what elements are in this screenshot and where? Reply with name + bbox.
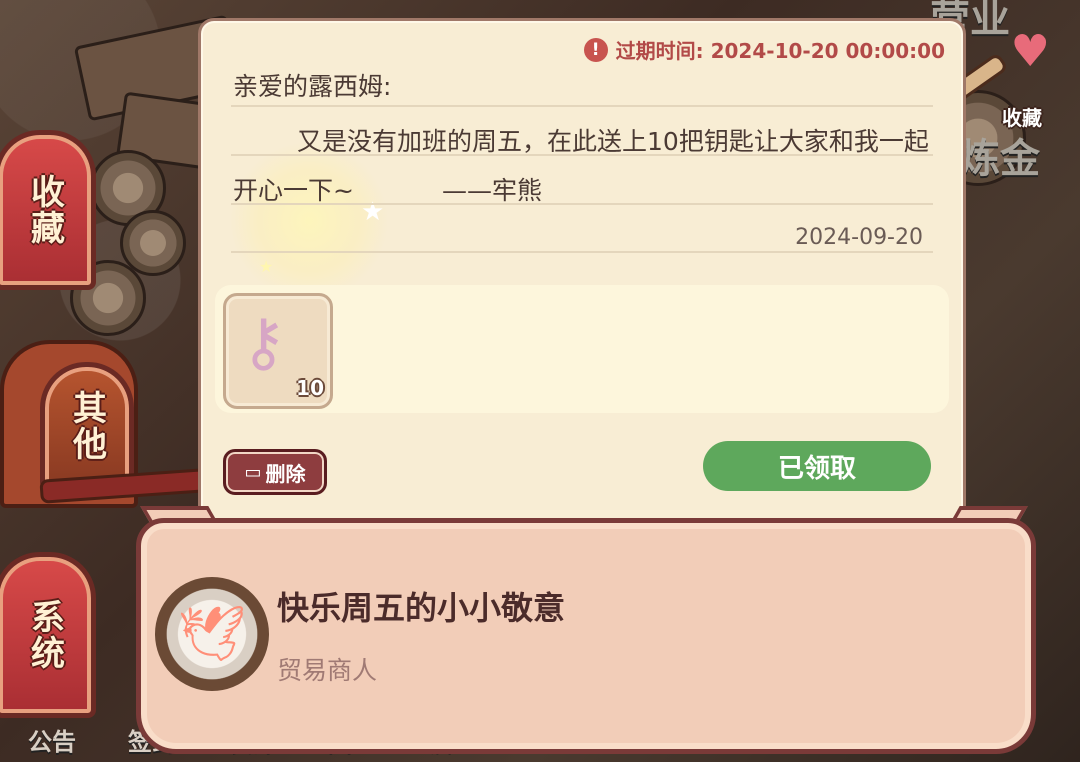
tab-system[interactable]: 系统 <box>0 552 96 718</box>
bird-icon: 🕊 <box>177 602 247 665</box>
reward-item[interactable]: ⚷ 10 <box>223 293 333 409</box>
letter-body: 又是没有加班的周五，在此送上10把钥匙让大家和我一起开心一下~ ——牢熊 <box>233 117 933 215</box>
key-icon: ⚷ <box>240 306 287 380</box>
mail-title: 快乐周五的小小敬意 <box>277 589 566 627</box>
delete-label: 删除 <box>265 461 306 486</box>
claim-label: 已领取 <box>777 453 856 484</box>
mail-envelope: 🕊 快乐周五的小小敬意 贸易商人 <box>136 518 1036 754</box>
nav-notice[interactable]: 公告 <box>28 722 76 762</box>
star-icon: ★ <box>259 257 274 276</box>
letter-greeting: 亲爱的露西姆: <box>233 72 392 101</box>
warning-icon: ! <box>583 37 608 62</box>
expire-info: ! 过期时间: 2024-10-20 00:00:00 <box>583 35 945 64</box>
letter-signature: ——牢熊 <box>441 176 542 205</box>
trash-icon: ▭ <box>244 461 262 483</box>
mail-letter: ★ ★ ! 过期时间: 2024-10-20 00:00:00 亲爱的露西姆: … <box>198 18 966 564</box>
bg-building-label: 炼金 <box>960 136 1040 182</box>
reward-panel: ⚷ 10 <box>215 285 949 413</box>
ruled-line <box>231 251 933 253</box>
collect-button[interactable]: ♥ 收藏 <box>935 24 1050 130</box>
tab-collect-label: 收藏 <box>24 174 65 246</box>
claim-button[interactable]: 已领取 <box>703 441 931 491</box>
delete-button[interactable]: ▭ 删除 <box>223 449 327 495</box>
tab-collect[interactable]: 收藏 <box>0 130 96 290</box>
reward-count: 10 <box>296 376 324 400</box>
heart-icon: ♥ <box>1010 26 1050 77</box>
letter-body-text: 又是没有加班的周五，在此送上10把钥匙让大家和我一起开心一下~ <box>233 127 929 205</box>
ruled-line <box>231 105 933 107</box>
tab-system-label: 系统 <box>24 599 65 671</box>
tab-other-label: 其他 <box>66 390 107 462</box>
mail-sender: 贸易商人 <box>277 656 378 685</box>
letter-date: 2024-09-20 <box>795 225 923 250</box>
expire-text: 过期时间: 2024-10-20 00:00:00 <box>615 39 945 63</box>
collect-label: 收藏 <box>1002 106 1042 130</box>
tab-other[interactable]: 其他 <box>40 362 134 490</box>
sender-avatar: 🕊 <box>155 577 269 691</box>
